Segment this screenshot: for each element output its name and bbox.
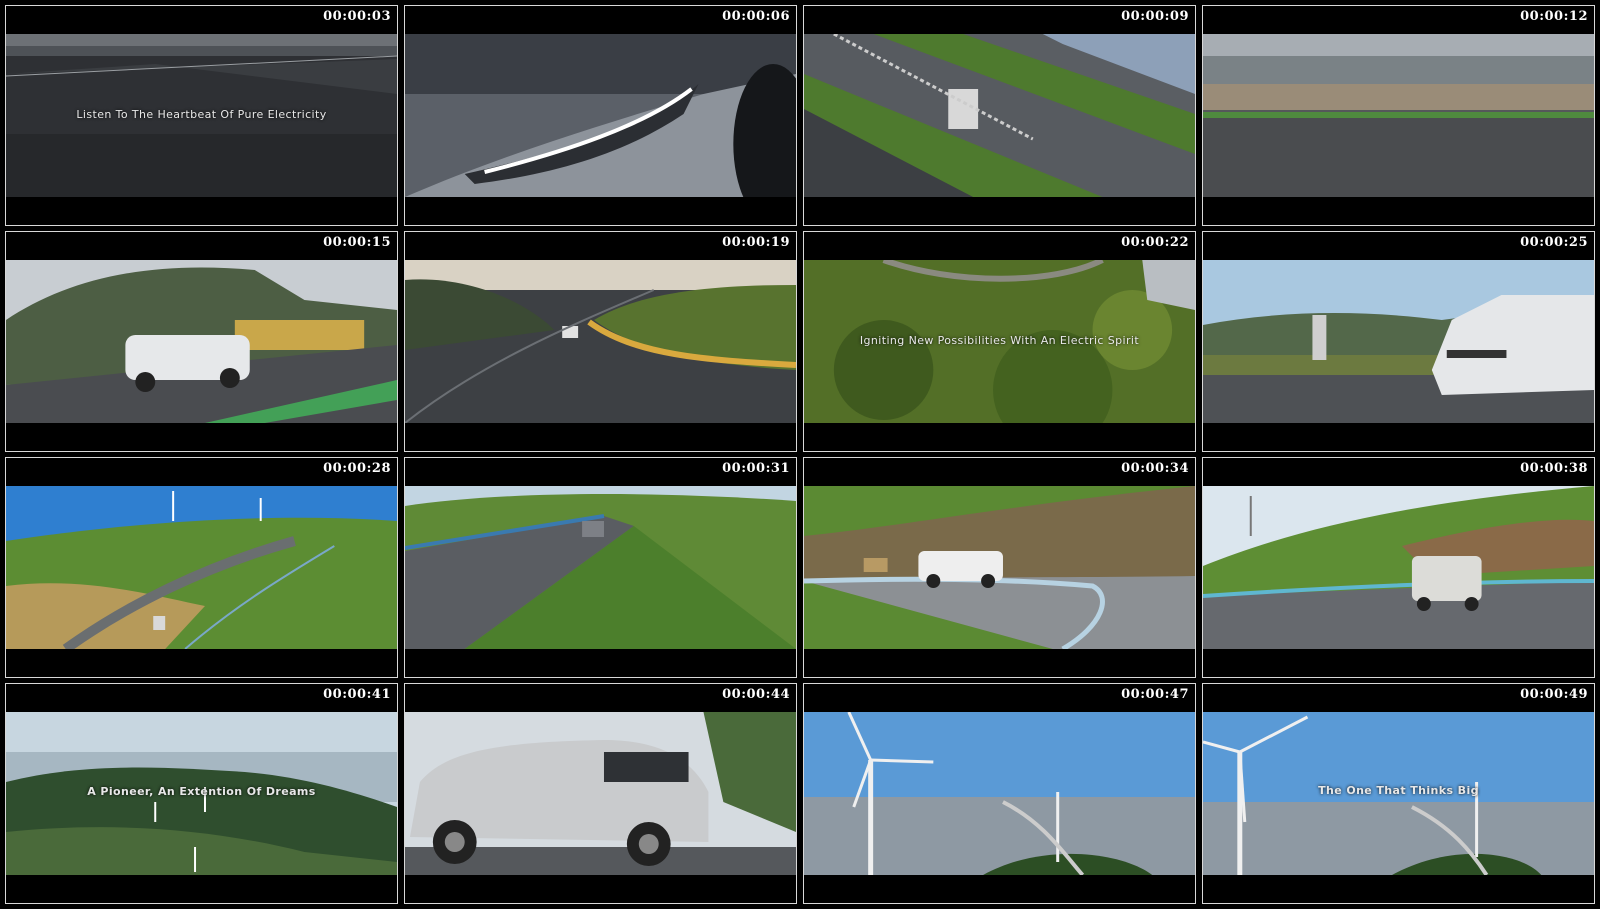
frame-suv-side <box>405 712 796 875</box>
timestamp: 00:00:22 <box>1121 235 1189 250</box>
timestamp: 00:00:19 <box>722 235 790 250</box>
timestamp: 00:00:09 <box>1121 9 1189 24</box>
video-thumbnail[interactable]: 00:00:15 <box>5 231 398 452</box>
video-thumbnail[interactable]: 00:00:12 <box>1202 5 1595 226</box>
frame-track-curve <box>405 260 796 423</box>
video-thumbnail[interactable]: 00:00:06 <box>404 5 797 226</box>
video-thumbnail[interactable]: 00:00:49 The One That Thinks Big <box>1202 683 1595 904</box>
frame-headlight <box>405 34 796 197</box>
timestamp: 00:00:25 <box>1520 235 1588 250</box>
frame-suv-front <box>1203 260 1594 423</box>
timestamp: 00:00:41 <box>323 687 391 702</box>
timestamp: 00:00:03 <box>323 9 391 24</box>
video-thumbnail[interactable]: 00:00:44 <box>404 683 797 904</box>
video-thumbnail[interactable]: 00:00:38 <box>1202 457 1595 678</box>
frame-mountain-road <box>405 486 796 649</box>
video-thumbnail[interactable]: 00:00:03 Listen To The Heartbeat Of Pure… <box>5 5 398 226</box>
video-thumbnail[interactable]: 00:00:41 A Pioneer, An Extention Of Drea… <box>5 683 398 904</box>
timestamp: 00:00:38 <box>1520 461 1588 476</box>
video-caption: The One That Thinks Big <box>1318 784 1479 797</box>
video-caption: Listen To The Heartbeat Of Pure Electric… <box>76 108 327 121</box>
timestamp: 00:00:44 <box>722 687 790 702</box>
frame-track-aerial <box>804 34 1195 197</box>
timestamp: 00:00:31 <box>722 461 790 476</box>
frame-motion-blur <box>1203 34 1594 197</box>
video-thumbnail[interactable]: 00:00:22 Igniting New Possibilities With… <box>803 231 1196 452</box>
video-thumbnail[interactable]: 00:00:19 <box>404 231 797 452</box>
video-thumbnail[interactable]: 00:00:34 <box>803 457 1196 678</box>
frame-suv-track <box>6 260 397 423</box>
frame-suv-rear-hill <box>1203 486 1594 649</box>
video-thumbnail[interactable]: 00:00:47 <box>803 683 1196 904</box>
video-caption: Igniting New Possibilities With An Elect… <box>859 334 1140 347</box>
timestamp: 00:00:06 <box>722 9 790 24</box>
frame-mountain-turbines <box>6 486 397 649</box>
frame-guardrail-road <box>804 486 1195 649</box>
video-thumbnail[interactable]: 00:00:09 <box>803 5 1196 226</box>
thumbnail-grid: 00:00:03 Listen To The Heartbeat Of Pure… <box>5 5 1595 904</box>
frame-wind-turbine <box>804 712 1195 875</box>
timestamp: 00:00:12 <box>1520 9 1588 24</box>
timestamp: 00:00:34 <box>1121 461 1189 476</box>
video-caption: A Pioneer, An Extention Of Dreams <box>87 785 316 798</box>
video-thumbnail[interactable]: 00:00:25 <box>1202 231 1595 452</box>
timestamp: 00:00:49 <box>1520 687 1588 702</box>
timestamp: 00:00:47 <box>1121 687 1189 702</box>
timestamp: 00:00:28 <box>323 461 391 476</box>
timestamp: 00:00:15 <box>323 235 391 250</box>
video-thumbnail[interactable]: 00:00:31 <box>404 457 797 678</box>
video-thumbnail[interactable]: 00:00:28 <box>5 457 398 678</box>
